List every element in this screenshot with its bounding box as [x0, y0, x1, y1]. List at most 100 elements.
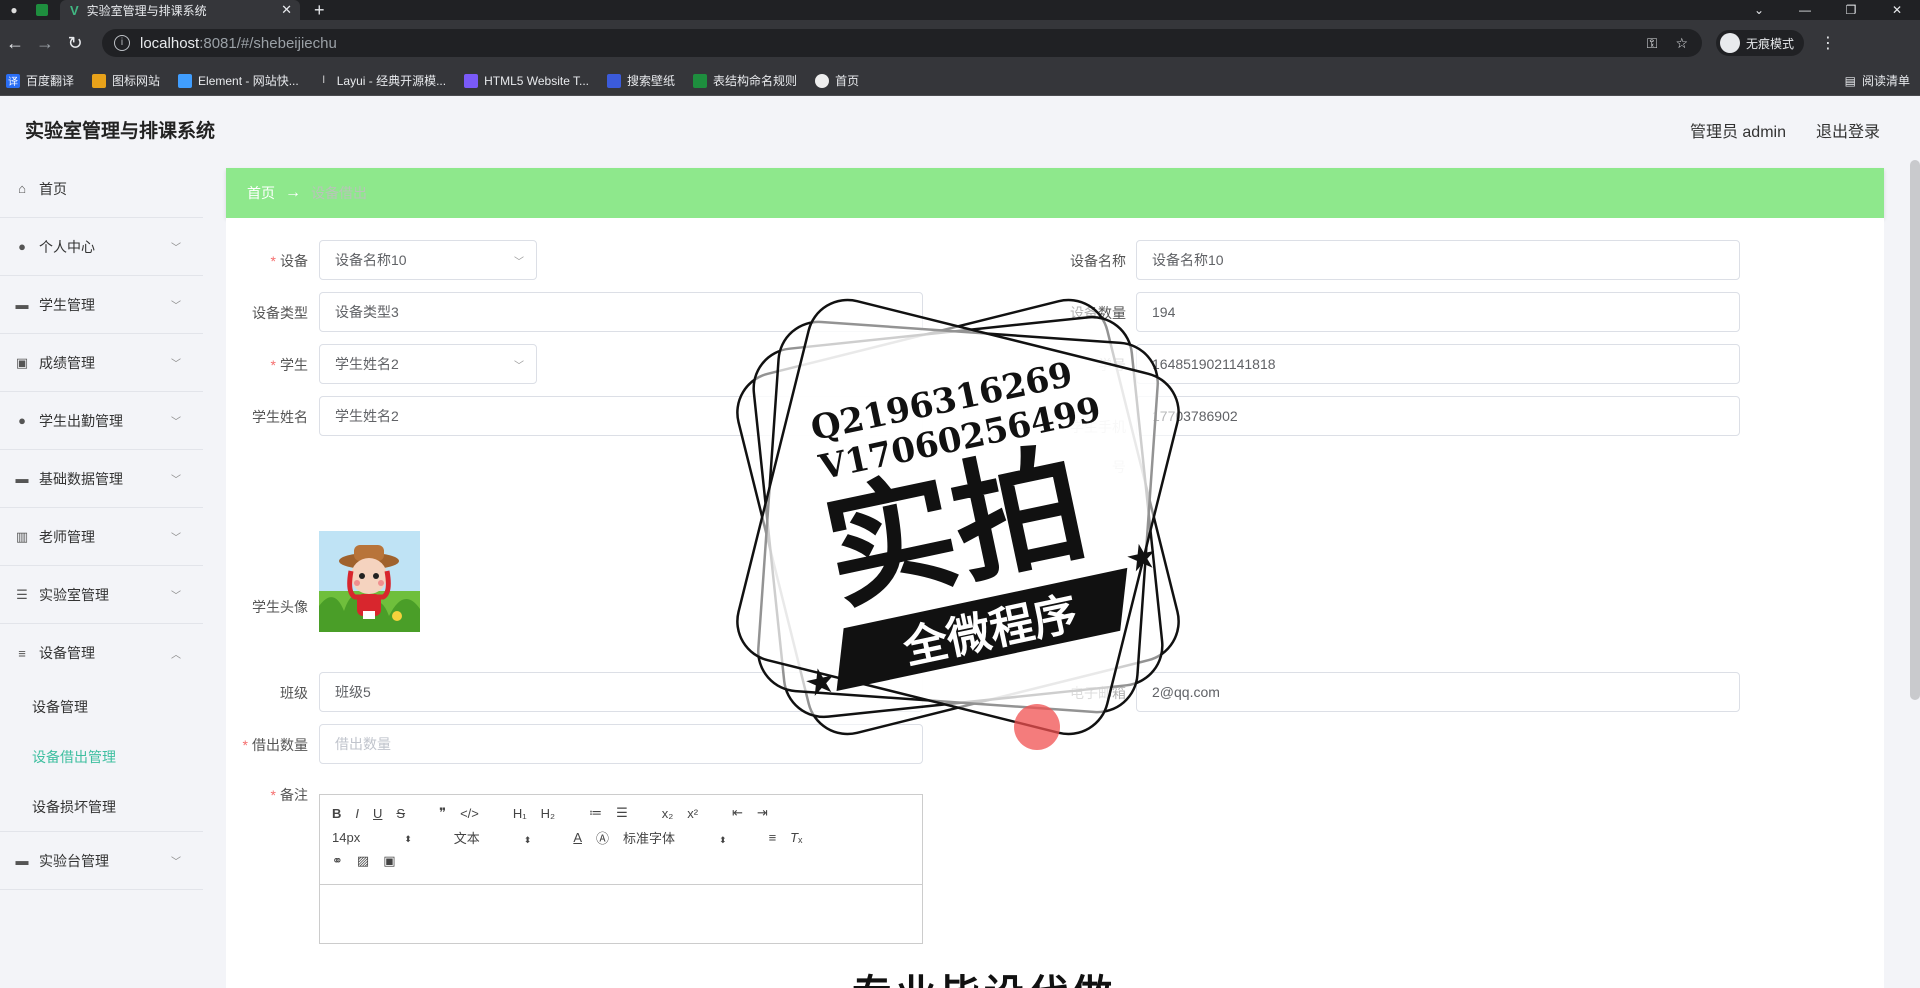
image-icon[interactable]: ▨: [357, 853, 369, 869]
key-icon[interactable]: ⚿: [1647, 35, 1658, 52]
star-icon[interactable]: ☆: [1675, 35, 1688, 52]
sidebar-item-teachers[interactable]: ▥ 老师管理 ﹀: [0, 508, 203, 566]
remark-label: * 备注: [270, 787, 308, 803]
class-field[interactable]: 班级5: [319, 672, 923, 712]
device-select[interactable]: 设备名称10 ﹀: [319, 240, 537, 280]
bookmark-item[interactable]: 表结构命名规则: [693, 72, 797, 89]
info-icon[interactable]: i: [114, 35, 130, 51]
font-color-icon[interactable]: A: [573, 830, 582, 845]
chevron-down-icon: ﹀: [171, 243, 181, 254]
paragraph-select[interactable]: 文本 ⬍: [454, 828, 546, 847]
tool-icon: ▬: [15, 297, 29, 312]
device-count-field[interactable]: 194: [1136, 292, 1740, 332]
bookmarks-bar: 译百度翻译 图标网站 Element - 网站快... l Layui - 经典开…: [0, 66, 1920, 96]
code-icon[interactable]: </>: [460, 806, 479, 821]
student-select[interactable]: 学生姓名2 ﹀: [319, 344, 537, 384]
device-type-field[interactable]: 设备类型3: [319, 292, 923, 332]
device-name-label: 设备名称: [1070, 253, 1126, 269]
sidebar-item-profile[interactable]: ● 个人中心 ﹀: [0, 218, 203, 276]
lend-count-input[interactable]: 借出数量: [319, 724, 923, 764]
bookmark-item[interactable]: Element - 网站快...: [178, 72, 299, 89]
bookmark-item[interactable]: 首页: [815, 72, 859, 89]
font-family-select[interactable]: 标准字体 ⬍: [623, 828, 741, 847]
bookmark-item[interactable]: 图标网站: [92, 72, 160, 89]
heading1-icon[interactable]: H₁: [513, 806, 527, 821]
heading2-icon[interactable]: H₂: [541, 806, 555, 821]
device-count-label: 设备数量: [1070, 305, 1126, 321]
sidebar: ⌂ 首页 ● 个人中心 ﹀ ▬ 学生管理 ﹀ ▣ 成绩管理 ﹀ ● 学生出勤管理…: [0, 160, 203, 988]
sidebar-item-grades[interactable]: ▣ 成绩管理 ﹀: [0, 334, 203, 392]
breadcrumb-home[interactable]: 首页: [247, 183, 275, 203]
user-icon: ●: [18, 413, 26, 428]
restore-icon[interactable]: ❐: [1828, 0, 1874, 20]
bookmark-item[interactable]: l Layui - 经典开源模...: [317, 72, 446, 89]
list-icon: ☰: [16, 586, 28, 602]
logout-link[interactable]: 退出登录: [1816, 118, 1880, 142]
bold-icon[interactable]: B: [332, 806, 341, 821]
minimize-icon[interactable]: —: [1782, 0, 1828, 20]
incognito-label: 无痕模式: [1746, 36, 1795, 51]
bookmark-item[interactable]: 搜索壁纸: [607, 72, 675, 89]
ordered-list-icon[interactable]: ≔: [589, 805, 602, 821]
indent-icon[interactable]: ⇥: [757, 805, 768, 821]
bullet-list-icon[interactable]: ☰: [616, 805, 628, 821]
sidebar-subitem-device-manage[interactable]: 设备管理: [0, 682, 203, 732]
sheets-tab-icon[interactable]: [28, 0, 56, 20]
student-name-field[interactable]: 学生姓名2: [319, 396, 923, 436]
back-icon[interactable]: ←: [0, 33, 30, 54]
tab-search-icon[interactable]: ⌄: [1736, 0, 1782, 20]
sidebar-item-students[interactable]: ▬ 学生管理 ﹀: [0, 276, 203, 334]
strikethrough-icon[interactable]: S: [396, 806, 405, 821]
more-menu-icon[interactable]: ⋮: [1820, 33, 1836, 53]
reading-list[interactable]: ▤ 阅读清单: [1845, 72, 1910, 89]
clear-format-icon[interactable]: Tₓ: [790, 830, 802, 845]
forward-icon[interactable]: →: [30, 33, 60, 54]
blockquote-icon[interactable]: ❞: [439, 805, 446, 821]
background-color-icon[interactable]: Ⓐ: [596, 828, 609, 847]
font-size-select[interactable]: 14px ⬍: [332, 830, 426, 845]
globe-icon[interactable]: ●: [0, 0, 28, 20]
bookmark-item[interactable]: HTML5 Website T...: [464, 73, 589, 88]
remark-editor[interactable]: B I U S ❞ </> H₁ H₂ ≔ ☰ x₂ x² ⇤ ⇥ 14px⬍: [319, 794, 923, 944]
bookmark-item[interactable]: 译百度翻译: [6, 72, 74, 89]
clipboard-icon: ▣: [15, 354, 29, 370]
active-tab[interactable]: V 实验室管理与排课系统 ✕: [60, 0, 300, 20]
underline-icon[interactable]: U: [373, 806, 382, 821]
italic-icon[interactable]: I: [355, 806, 359, 821]
sidebar-subitem-device-damage[interactable]: 设备损坏管理: [0, 782, 203, 832]
student-phone-field[interactable]: 17703786902: [1136, 396, 1740, 436]
chevron-down-icon: ﹀: [171, 591, 181, 602]
close-tab-icon[interactable]: ✕: [281, 2, 292, 18]
box-icon: ▬: [15, 471, 29, 486]
link-icon[interactable]: ⚭: [332, 853, 343, 869]
outdent-icon[interactable]: ⇤: [732, 805, 743, 821]
url-input[interactable]: i localhost:8081/#/shebeijiechu ⚿ ☆: [102, 29, 1702, 57]
student-label: * 学生: [270, 357, 308, 373]
incognito-badge[interactable]: 无痕模式: [1716, 30, 1805, 56]
sidebar-subitem-device-lend[interactable]: 设备借出管理: [0, 732, 203, 782]
close-window-icon[interactable]: ✕: [1874, 0, 1920, 20]
sidebar-item-benches[interactable]: ▬ 实验台管理 ﹀: [0, 832, 203, 890]
page-scrollbar[interactable]: [1910, 160, 1920, 700]
subscript-icon[interactable]: x₂: [662, 806, 674, 821]
student-avatar-image[interactable]: [319, 531, 420, 632]
align-icon[interactable]: ≡: [769, 830, 777, 845]
device-name-field[interactable]: 设备名称10: [1136, 240, 1740, 280]
sidebar-item-attendance[interactable]: ● 学生出勤管理 ﹀: [0, 392, 203, 450]
sidebar-item-home[interactable]: ⌂ 首页: [0, 160, 203, 218]
new-tab-icon[interactable]: +: [314, 0, 325, 21]
reading-list-icon: ▤: [1844, 73, 1856, 88]
device-label: * 设备: [270, 253, 308, 269]
sidebar-item-devices[interactable]: ≡ 设备管理 ︿: [0, 624, 203, 682]
student-no-field[interactable]: 1648519021141818: [1136, 344, 1740, 384]
superscript-icon[interactable]: x²: [687, 806, 698, 821]
email-field[interactable]: 2@qq.com: [1136, 672, 1740, 712]
sidebar-item-basic-data[interactable]: ▬ 基础数据管理 ﹀: [0, 450, 203, 508]
reload-icon[interactable]: ↻: [60, 33, 90, 54]
student-phone-label: 学生手机号: [1070, 419, 1126, 475]
url-host: localhost: [140, 34, 200, 52]
chevron-down-icon: ﹀: [171, 475, 181, 486]
video-icon[interactable]: ▣: [383, 853, 395, 869]
sidebar-item-labs[interactable]: ☰ 实验室管理 ﹀: [0, 566, 203, 624]
element-icon: [178, 73, 193, 88]
